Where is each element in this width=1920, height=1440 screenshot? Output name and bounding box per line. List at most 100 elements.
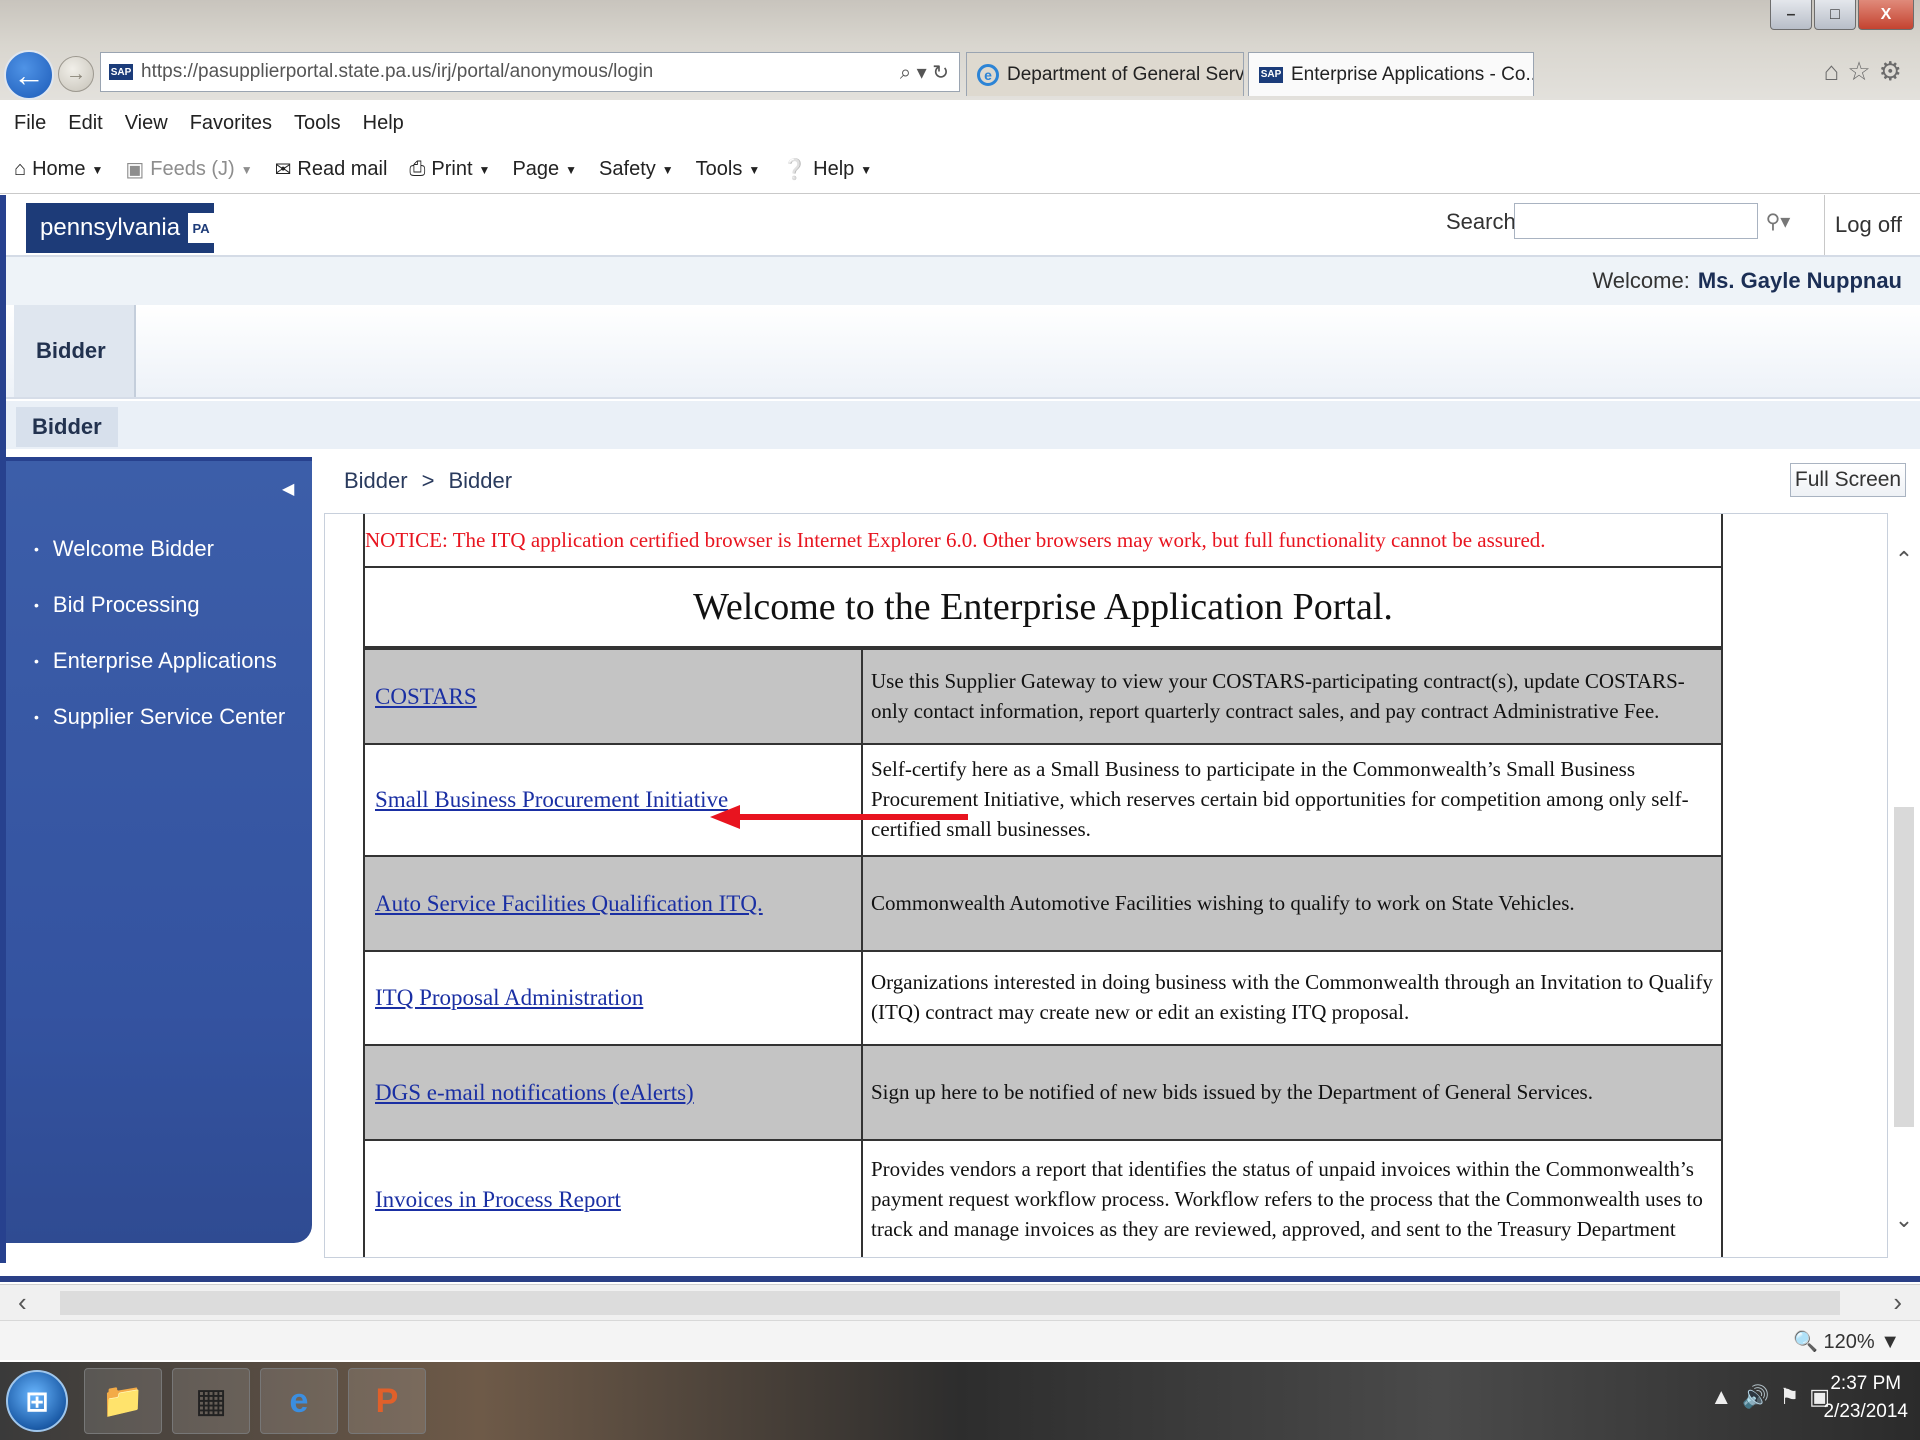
feeds-button[interactable]: ▣ Feeds (J) ▼ [125,157,252,182]
address-bar[interactable]: SAP https://pasupplierportal.state.pa.us… [100,52,960,92]
tab-enterprise-applications[interactable]: SAP Enterprise Applications - Co... ✕ [1248,52,1534,96]
file-explorer-taskbar-icon[interactable]: 📁 [84,1368,162,1434]
tab-label: Enterprise Applications - Co... [1291,63,1534,85]
menu-tools[interactable]: Tools [294,112,341,135]
control-panel-taskbar-icon[interactable]: ▦ [172,1368,250,1434]
scroll-right-icon[interactable]: › [1893,1287,1902,1318]
app-description: Organizations interested in doing busine… [861,950,1723,1046]
vertical-scrollbar[interactable]: ⌃ ⌄ [1890,545,1918,1265]
nav-item-enterprise-applications[interactable]: • Enterprise Applications [34,633,285,689]
welcome-bar: Welcome: Ms. Gayle Nuppnau [6,257,1920,305]
dgs-ealerts-link[interactable]: DGS e-mail notifications (eAlerts) [375,1080,694,1105]
chevron-down-icon[interactable]: ▼ [479,163,491,177]
back-button[interactable]: ← [4,50,54,100]
content-area: NOTICE: The ITQ application certified br… [363,514,1723,1257]
sap-site-icon: SAP [109,64,133,80]
safety-menu[interactable]: Safety ▼ [599,158,674,181]
red-annotation-arrow-icon [710,805,968,829]
small-business-procurement-link[interactable]: Small Business Procurement Initiative [375,787,728,812]
table-row: DGS e-mail notifications (eAlerts) Sign … [363,1044,1723,1141]
scroll-down-icon[interactable]: ⌄ [1890,1205,1918,1235]
scroll-up-icon[interactable]: ⌃ [1890,545,1918,575]
breadcrumb-item[interactable]: Bidder [344,468,408,494]
itq-proposal-administration-link[interactable]: ITQ Proposal Administration [375,985,643,1010]
search-icon[interactable]: ⚲▾ [1758,203,1798,239]
windows-logo-icon: ⊞ [25,1385,49,1417]
breadcrumb-item[interactable]: Bidder [448,468,512,494]
search-input[interactable] [1514,203,1758,239]
mail-icon: ✉ [274,159,292,181]
subtab-bidder[interactable]: Bidder [16,407,118,447]
back-arrow-icon: ← [13,56,45,93]
browser-titlebar: – □ X ← → SAP https://pasupplierportal.s… [0,0,1920,100]
chevron-down-icon: ▼ [748,162,761,177]
tab-department-of-general-services[interactable]: e Department of General Services [966,52,1244,96]
nav-item-welcome-bidder[interactable]: • Welcome Bidder [34,521,285,577]
clock-time: 2:37 PM [1830,1373,1902,1394]
maximize-button[interactable]: □ [1814,0,1856,30]
powerpoint-taskbar-icon[interactable]: P [348,1368,426,1434]
tab-label: Department of General Services [1007,63,1244,85]
taskbar-clock[interactable]: 2:37 PM 2/23/2014 [1823,1370,1908,1425]
help-icon: ❔ [782,159,808,181]
pennsylvania-logo[interactable]: pennsylvania PA [26,203,214,253]
collapse-panel-icon[interactable]: ◀ [282,479,294,499]
forward-button[interactable]: → [58,56,94,92]
portal-header: pennsylvania PA Search: ⚲▾ Log off [6,195,1920,257]
read-mail-button[interactable]: ✉ Read mail [275,157,388,182]
minimize-button[interactable]: – [1770,0,1812,30]
portal-page: pennsylvania PA Search: ⚲▾ Log off Welco… [0,195,1920,1263]
menu-edit[interactable]: Edit [68,112,102,135]
help-menu[interactable]: ❔ Help ▼ [782,157,872,182]
zoom-control[interactable]: 🔍 120% ▼ [1793,1329,1900,1354]
status-bar: 🔍 120% ▼ [0,1320,1920,1360]
table-row: Auto Service Facilities Qualification IT… [363,855,1723,952]
menu-favorites[interactable]: Favorites [190,112,272,135]
breadcrumb-separator: > [421,468,435,493]
second-level-navigation: Bidder [6,401,1920,449]
auto-service-facilities-link[interactable]: Auto Service Facilities Qualification IT… [375,891,763,916]
address-search-refresh-icons[interactable]: ⌕ ▾ ↻ [900,60,959,85]
internet-explorer-taskbar-icon[interactable]: e [260,1368,338,1434]
page-menu[interactable]: Page ▼ [512,158,577,181]
print-button[interactable]: ⎙ Print ▼ [409,158,490,181]
log-off-link[interactable]: Log off [1824,195,1912,255]
full-screen-button[interactable]: Full Screen [1790,463,1906,497]
close-window-button[interactable]: X [1858,0,1914,30]
table-row: COSTARS Use this Supplier Gateway to vie… [363,648,1723,745]
system-tray-icons[interactable]: ▲🔊⚑▣ [1710,1384,1840,1410]
chevron-down-icon[interactable]: ▼ [241,163,253,177]
clock-date: 2/23/2014 [1823,1400,1908,1422]
command-bar: ⌂ Home ▼ ▣ Feeds (J) ▼ ✉ Read mail ⎙ Pri… [0,146,1920,194]
menu-help[interactable]: Help [363,112,404,135]
home-favorites-settings-icons[interactable]: ⌂☆⚙ [1824,56,1910,87]
window-controls: – □ X [1770,0,1914,30]
nav-item-supplier-service-center[interactable]: • Supplier Service Center [34,689,285,745]
invoices-in-process-link[interactable]: Invoices in Process Report [375,1187,621,1212]
scroll-thumb[interactable] [1894,807,1914,1127]
tab-bidder[interactable]: Bidder [14,305,136,397]
page-title: Welcome to the Enterprise Application Po… [363,566,1723,648]
url-text: https://pasupplierportal.state.pa.us/irj… [141,61,654,82]
detailed-navigation-panel: ◀ • Welcome Bidder • Bid Processing • Enter… [6,457,312,1243]
search-label: Search: [1446,209,1522,234]
nav-item-bid-processing[interactable]: • Bid Processing [34,577,285,633]
start-button[interactable]: ⊞ [6,1370,68,1432]
horizontal-scrollbar[interactable]: ‹ › [0,1284,1920,1320]
welcome-label: Welcome: [1592,268,1690,293]
navigation-list: • Welcome Bidder • Bid Processing • Enterpr… [34,521,285,745]
menu-file[interactable]: File [14,112,46,135]
applications-table: COSTARS Use this Supplier Gateway to vie… [363,648,1723,1257]
welcome-user-name: Ms. Gayle Nuppnau [1697,268,1902,293]
tools-menu[interactable]: Tools ▼ [696,158,761,181]
scroll-track[interactable] [60,1291,1840,1315]
scroll-left-icon[interactable]: ‹ [18,1287,27,1318]
chevron-down-icon: ▼ [661,162,674,177]
app-description: Use this Supplier Gateway to view your C… [861,648,1723,745]
menu-view[interactable]: View [125,112,168,135]
costars-link[interactable]: COSTARS [375,684,477,709]
home-button[interactable]: ⌂ Home ▼ [14,158,103,181]
app-description: Commonwealth Automotive Facilities wishi… [861,855,1723,952]
chevron-down-icon[interactable]: ▼ [91,163,103,177]
home-icon: ⌂ [14,158,27,180]
